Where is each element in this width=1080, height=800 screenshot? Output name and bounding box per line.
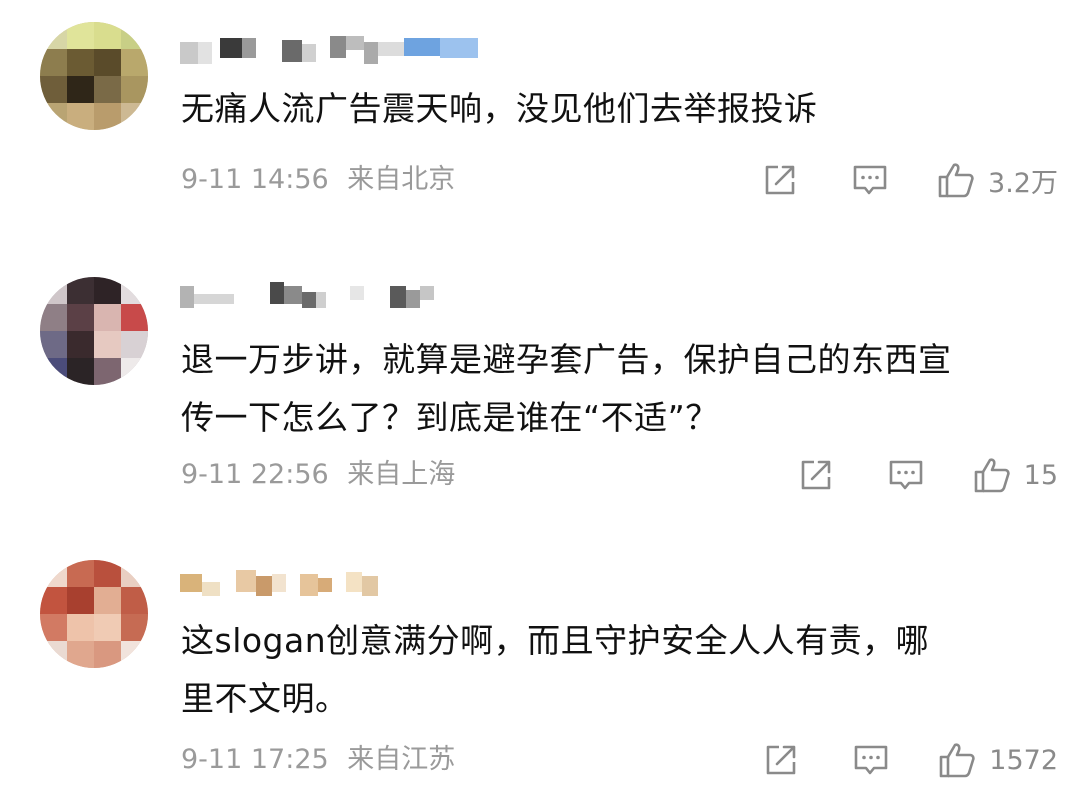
comment-icon[interactable] (886, 455, 926, 495)
comment-date: 9-11 22:56 (181, 459, 329, 490)
username-mosaic (180, 36, 478, 64)
like-button[interactable]: 3.2万 (936, 160, 1058, 200)
comment-meta: 9-11 14:56 来自北京 (181, 163, 455, 197)
comment-meta: 9-11 17:25 来自江苏 (181, 743, 455, 777)
comment-text: 这slogan创意满分啊，而且守护安全人人有责，哪 里不文明。 (181, 621, 930, 718)
avatar-image (40, 560, 148, 668)
avatar-image (40, 22, 148, 130)
like-button[interactable]: 1572 (937, 740, 1058, 780)
comment-text: 无痛人流广告震天响，没见他们去举报投诉 (181, 89, 818, 128)
avatar-image (40, 277, 148, 385)
comment-actions: 1572 (761, 740, 1058, 780)
thumbs-up-icon (936, 160, 976, 200)
username[interactable] (180, 568, 400, 602)
username[interactable] (180, 34, 500, 68)
username-mosaic (180, 570, 378, 596)
comment-location: 来自江苏 (347, 744, 456, 775)
comment-date: 9-11 14:56 (181, 164, 329, 195)
like-count: 1572 (989, 744, 1058, 776)
comment-item: 无痛人流广告震天响，没见他们去举报投诉 9-11 14:56 来自北京 3.2万 (0, 0, 1080, 230)
share-icon[interactable] (760, 160, 800, 200)
thumbs-up-icon (937, 740, 977, 780)
like-button[interactable]: 15 (972, 455, 1058, 495)
comment-location: 来自上海 (347, 459, 456, 490)
like-count: 3.2万 (988, 167, 1058, 199)
comment-text: 退一万步讲，就算是避孕套广告，保护自己的东西宣 传一下怎么了？到底是谁在“不适”… (181, 340, 952, 437)
comment-actions: 15 (796, 455, 1058, 495)
comment-item: 退一万步讲，就算是避孕套广告，保护自己的东西宣 传一下怎么了？到底是谁在“不适”… (0, 250, 1080, 530)
comment-actions: 3.2万 (760, 160, 1058, 200)
thumbs-up-icon (972, 455, 1012, 495)
like-count: 15 (1023, 459, 1058, 491)
share-icon[interactable] (761, 740, 801, 780)
comment-icon[interactable] (851, 740, 891, 780)
avatar[interactable] (40, 560, 148, 668)
comment-location: 来自北京 (347, 164, 456, 195)
comment-icon[interactable] (850, 160, 890, 200)
share-icon[interactable] (796, 455, 836, 495)
comment-item: 这slogan创意满分啊，而且守护安全人人有责，哪 里不文明。 9-11 17:… (0, 540, 1080, 800)
comment-date: 9-11 17:25 (181, 744, 329, 775)
avatar[interactable] (40, 22, 148, 130)
comment-meta: 9-11 22:56 来自上海 (181, 458, 455, 492)
username[interactable] (180, 280, 450, 314)
username-mosaic (180, 282, 434, 308)
avatar[interactable] (40, 277, 148, 385)
